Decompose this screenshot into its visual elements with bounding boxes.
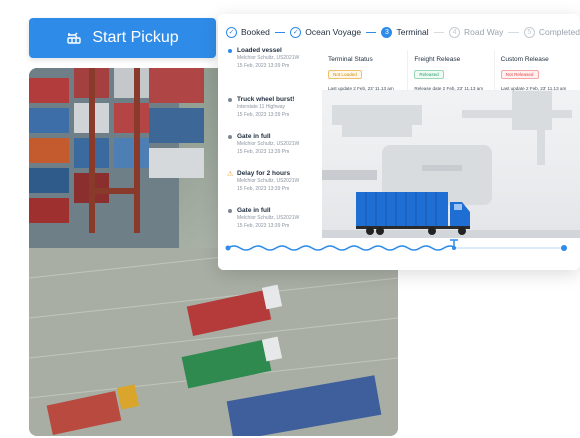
step-terminal[interactable]: 3 Terminal (381, 26, 429, 38)
event-place: Melchior Schultz, US2021W (237, 141, 300, 147)
event-title: Truck wheel burst! (237, 96, 295, 103)
step-connector (274, 31, 286, 33)
start-pickup-button[interactable]: Start Pickup (29, 18, 216, 58)
freight-release-status: Freight Release Released Release date 2 … (408, 50, 495, 91)
step-connector (366, 31, 377, 33)
event-title: Loaded vessel (237, 47, 282, 54)
status-heading: Freight Release (414, 56, 461, 63)
event-title: Gate in full (237, 207, 271, 214)
event-item[interactable]: Loaded vessel Melchior Schultz, US2021W … (228, 47, 322, 70)
event-place: Melchior Schultz, US2021W (237, 55, 300, 61)
event-time: 15 Feb, 2023 13:39 Pm (237, 223, 290, 229)
step-label: Booked (241, 27, 270, 37)
timeline-dot-icon (228, 209, 232, 213)
event-item[interactable]: Truck wheel burst! Interstate 11 Highway… (228, 96, 322, 119)
timeline-dot-icon (228, 49, 232, 53)
status-update: Release date 2 Feb, 23' 11.13 am (414, 86, 484, 91)
event-item[interactable]: Gate in full Melchior Schultz, US2021W 1… (228, 207, 322, 230)
step-label: Terminal (396, 27, 429, 37)
step-ocean-voyage[interactable]: ✓ Ocean Voyage (290, 26, 362, 38)
step-label: Road Way (464, 27, 504, 37)
event-item[interactable]: ⚠ Delay for 2 hours Melchior Schultz, US… (227, 170, 322, 193)
step-connector (433, 31, 445, 33)
custom-release-status: Custom Release Not Released Last update … (495, 50, 580, 91)
event-place: Melchior Schultz, US2021W (237, 178, 300, 184)
warning-icon: ⚠ (227, 171, 234, 178)
check-circle-icon: ✓ (226, 26, 237, 38)
step-number-icon: 3 (381, 26, 393, 38)
event-time: 15 Feb, 2023 13:39 Pm (237, 186, 290, 192)
terminal-scene: Terminal Status Not Loaded Last update 2… (322, 50, 580, 238)
event-place: Melchior Schultz, US2021W (237, 215, 300, 221)
event-place: Interstate 11 Highway (237, 104, 285, 110)
event-time: 15 Feb, 2023 13:39 Pm (237, 149, 290, 155)
route-progress-line (225, 239, 567, 251)
timeline-dot-icon (228, 135, 232, 139)
status-badge: Released (414, 70, 444, 79)
step-label: Completed (538, 27, 580, 37)
shipment-tracking-card: ✓ Booked ✓ Ocean Voyage 3 Terminal 4 Roa… (218, 14, 580, 270)
step-completed[interactable]: 5 Completed (523, 26, 580, 38)
terminal-status: Terminal Status Not Loaded Last update 2… (322, 50, 409, 91)
status-update: Last update 2 Feb, 23' 11.13 am (500, 86, 567, 91)
check-circle-icon: ✓ (290, 26, 302, 38)
status-badge: Not Released (500, 70, 539, 79)
status-heading: Terminal Status (328, 56, 373, 63)
event-title: Gate in full (237, 133, 271, 140)
route-progress (218, 238, 580, 270)
release-status-panel: Terminal Status Not Loaded Last update 2… (322, 50, 580, 91)
step-label: Ocean Voyage (305, 27, 362, 37)
event-time: 15 Feb, 2023 13:39 Pm (237, 63, 290, 69)
step-connector (508, 31, 519, 33)
status-update: Last update 2 Feb, 23' 11.13 am (328, 86, 394, 91)
event-timeline: Loaded vessel Melchior Schultz, US2021W … (218, 47, 323, 238)
progress-stepper: ✓ Booked ✓ Ocean Voyage 3 Terminal 4 Roa… (218, 14, 580, 51)
step-number-icon: 4 (449, 26, 461, 38)
step-booked[interactable]: ✓ Booked (226, 26, 270, 38)
status-badge: Not Loaded (328, 70, 362, 79)
event-title: Delay for 2 hours (237, 170, 291, 177)
start-pickup-label: Start Pickup (92, 29, 179, 46)
event-item[interactable]: Gate in full Melchior Schultz, US2021W 1… (228, 133, 322, 156)
event-time: 15 Feb, 2023 13:39 Pm (237, 112, 290, 118)
step-road-way[interactable]: 4 Road Way (449, 26, 504, 38)
timeline-dot-icon (228, 98, 232, 102)
truck-arrow-icon (67, 32, 82, 44)
status-heading: Custom Release (500, 56, 549, 63)
step-number-icon: 5 (523, 26, 535, 38)
